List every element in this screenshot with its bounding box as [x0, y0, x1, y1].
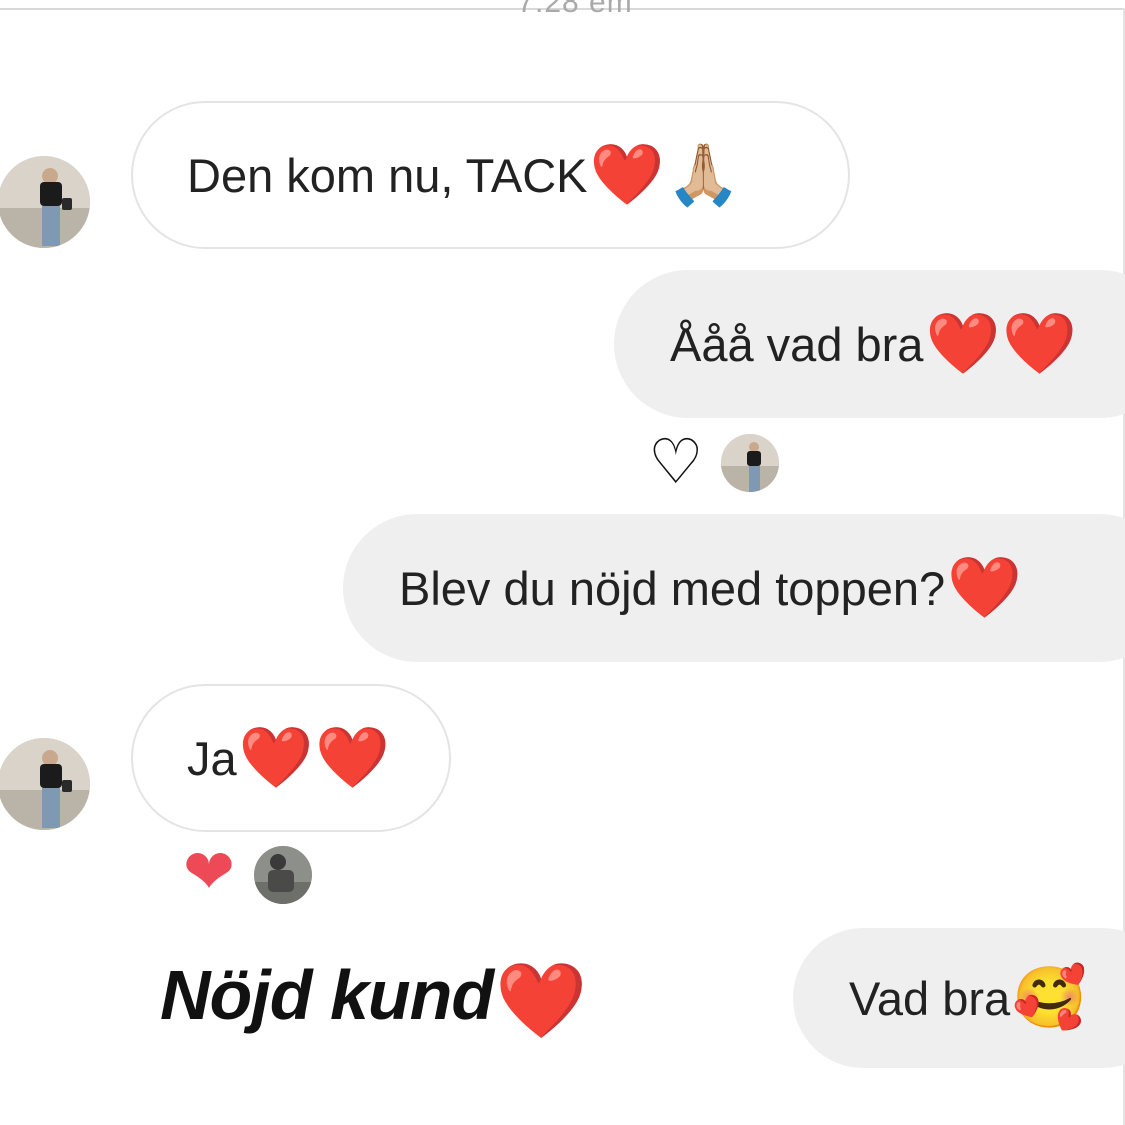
reactor-avatar — [721, 434, 779, 492]
message-bubble-incoming[interactable]: Den kom nu, TACK ❤️ 🙏🏼 — [131, 101, 850, 249]
avatar-photo — [0, 738, 90, 830]
red-heart-emoji: ❤️ — [315, 724, 391, 791]
red-heart-emoji: ❤️ — [495, 958, 587, 1042]
message-text: Ååå vad bra — [670, 317, 924, 371]
message-text: Vad bra — [849, 971, 1011, 1025]
message-text: Ja — [187, 731, 237, 785]
red-heart-emoji: ❤️ — [1002, 310, 1077, 377]
message-bubble-outgoing[interactable]: Ååå vad bra ❤️ ❤️ — [614, 270, 1125, 418]
message-bubble-incoming[interactable]: Ja ❤️ ❤️ — [131, 684, 451, 832]
avatar-photo — [254, 846, 312, 904]
message-text: Den kom nu, TACK — [187, 148, 588, 202]
message-text: Blev du nöjd med toppen? — [399, 561, 946, 615]
red-heart-emoji: ❤️ — [589, 141, 665, 208]
message-bubble-outgoing[interactable]: Vad bra 🥰 — [793, 928, 1125, 1068]
reactor-avatar — [254, 846, 312, 904]
caption-text: Nöjd kund — [160, 956, 494, 1034]
sender-avatar[interactable] — [0, 738, 90, 830]
overlay-caption: Nöjd kund❤️ — [160, 955, 587, 1042]
avatar-photo — [721, 434, 779, 492]
red-heart-emoji: ❤️ — [925, 310, 1001, 377]
sender-avatar[interactable] — [0, 156, 90, 248]
red-heart-emoji: ❤️ — [238, 724, 314, 791]
red-heart-emoji: ❤️ — [947, 554, 1022, 621]
avatar-photo — [0, 156, 90, 248]
message-timestamp: 7:28 em — [517, 0, 633, 19]
dm-thread-screen: 7:28 em Den kom nu, TACK ❤️ 🙏🏼 Ååå vad bra… — [0, 0, 1125, 1125]
heart-outline-icon[interactable]: ♡ — [648, 432, 704, 494]
heart-filled-icon[interactable]: ❤ — [183, 842, 235, 904]
smiling-face-with-hearts-emoji: 🥰 — [1012, 964, 1087, 1031]
praying-hands-emoji: 🙏🏼 — [666, 141, 741, 208]
message-bubble-outgoing[interactable]: Blev du nöjd med toppen? ❤️ — [343, 514, 1125, 662]
